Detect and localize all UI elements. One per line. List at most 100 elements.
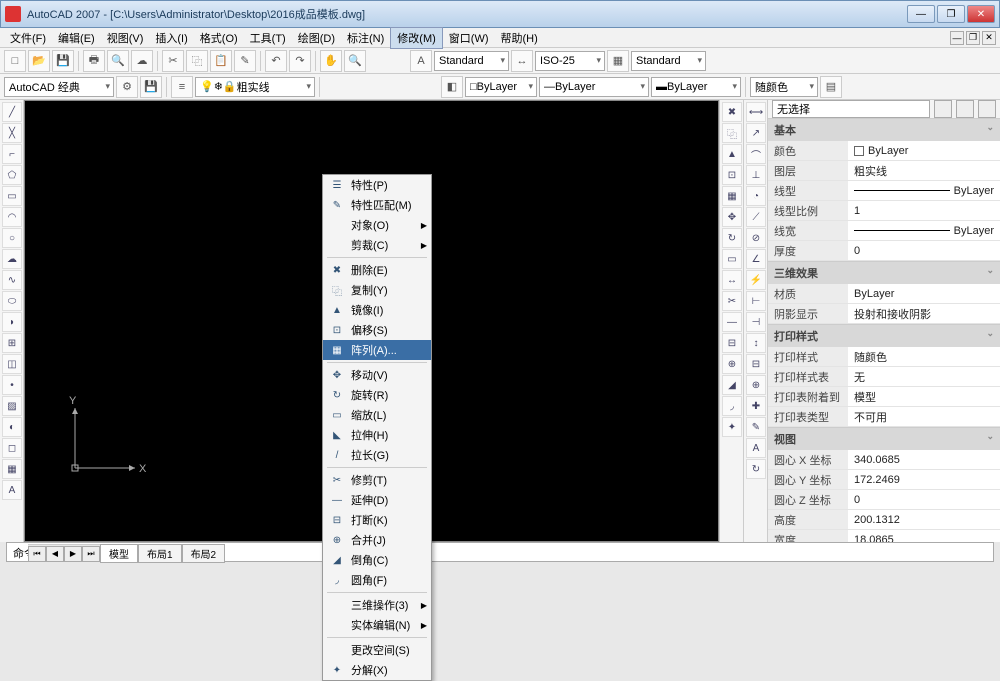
line-icon[interactable]: ╱ xyxy=(2,102,22,122)
ellipse-icon[interactable]: ⬭ xyxy=(2,291,22,311)
prop-row[interactable]: 材质ByLayer xyxy=(768,284,1000,304)
lineweight-select[interactable]: ▬ ByLayer xyxy=(651,77,741,97)
layer-props-icon[interactable]: ≡ xyxy=(171,76,193,98)
prop-row[interactable]: 厚度0 xyxy=(768,241,1000,261)
pline-icon[interactable]: ⌐ xyxy=(2,144,22,164)
menu-item[interactable]: 视图(V) xyxy=(101,28,150,48)
cut-icon[interactable]: ✂ xyxy=(162,50,184,72)
prop-section-header[interactable]: 三维效果⌄ xyxy=(768,262,1000,284)
prop-row[interactable]: 高度200.1312 xyxy=(768,510,1000,530)
dimstyle-icon[interactable]: ↔ xyxy=(511,50,533,72)
block-icon[interactable]: ◫ xyxy=(2,354,22,374)
plotstyle-icon[interactable]: ▤ xyxy=(820,76,842,98)
menu-item[interactable]: 绘图(D) xyxy=(292,28,341,48)
dimdia-icon[interactable]: ⊘ xyxy=(746,228,766,248)
dimlinear-icon[interactable]: ⟷ xyxy=(746,102,766,122)
menu-item[interactable]: 标注(N) xyxy=(341,28,390,48)
prop-row[interactable]: 线型 ByLayer xyxy=(768,181,1000,201)
tab-prev-button[interactable]: ◀ xyxy=(46,546,64,562)
menu-dropdown-item[interactable]: ✖删除(E) xyxy=(323,260,431,280)
menu-dropdown-item[interactable]: /拉长(G) xyxy=(323,445,431,465)
menu-dropdown-item[interactable]: 更改空间(S) xyxy=(323,640,431,660)
menu-dropdown-item[interactable]: ✥移动(V) xyxy=(323,365,431,385)
scale-icon[interactable]: ▭ xyxy=(722,249,742,269)
textstyle-icon[interactable]: A xyxy=(410,50,432,72)
move-icon[interactable]: ✥ xyxy=(722,207,742,227)
erase-icon[interactable]: ✖ xyxy=(722,102,742,122)
hatch-icon[interactable]: ▨ xyxy=(2,396,22,416)
close-button[interactable]: ✕ xyxy=(967,5,995,23)
color-icon[interactable]: ◧ xyxy=(441,76,463,98)
prop-row[interactable]: 颜色 ByLayer xyxy=(768,141,1000,161)
menu-dropdown-item[interactable]: ⊟打断(K) xyxy=(323,510,431,530)
dimedit-icon[interactable]: ✎ xyxy=(746,417,766,437)
offset-icon[interactable]: ⊡ xyxy=(722,165,742,185)
menu-item[interactable]: 文件(F) xyxy=(4,28,52,48)
dimspace-icon[interactable]: ↕ xyxy=(746,333,766,353)
pan-icon[interactable]: ✋ xyxy=(320,50,342,72)
layout-tab[interactable]: 布局1 xyxy=(138,544,182,563)
menu-dropdown-item[interactable]: 对象(O)▶ xyxy=(323,215,431,235)
color-select[interactable]: □ ByLayer xyxy=(465,77,537,97)
maximize-button[interactable]: ❐ xyxy=(937,5,965,23)
gradient-icon[interactable]: ◐ xyxy=(2,417,22,437)
prop-row[interactable]: 打印样式随颜色 xyxy=(768,347,1000,367)
preview-icon[interactable]: 🔍 xyxy=(107,50,129,72)
menu-dropdown-item[interactable]: ◣拉伸(H) xyxy=(323,425,431,445)
workspace-settings-icon[interactable]: ⚙ xyxy=(116,76,138,98)
trim-icon[interactable]: ✂ xyxy=(722,291,742,311)
menu-item[interactable]: 编辑(E) xyxy=(52,28,101,48)
table-style-select[interactable]: Standard xyxy=(631,51,706,71)
dimupdate-icon[interactable]: ↻ xyxy=(746,459,766,479)
menu-dropdown-item[interactable]: 实体编辑(N)▶ xyxy=(323,615,431,635)
menu-dropdown-item[interactable]: ☰特性(P) xyxy=(323,175,431,195)
prop-row[interactable]: 打印样式表无 xyxy=(768,367,1000,387)
menu-item[interactable]: 修改(M) xyxy=(390,27,443,49)
rect-icon[interactable]: ▭ xyxy=(2,186,22,206)
mirror-icon[interactable]: ▲ xyxy=(722,144,742,164)
menu-dropdown-item[interactable]: —延伸(D) xyxy=(323,490,431,510)
dimarc-icon[interactable]: ⌒ xyxy=(746,144,766,164)
dimang-icon[interactable]: ∠ xyxy=(746,249,766,269)
menu-dropdown-item[interactable]: ✦分解(X) xyxy=(323,660,431,680)
prop-row[interactable]: 线型比例1 xyxy=(768,201,1000,221)
prop-row[interactable]: 线宽 ByLayer xyxy=(768,221,1000,241)
prop-row[interactable]: 打印表附着到模型 xyxy=(768,387,1000,407)
tolerance-icon[interactable]: ⊕ xyxy=(746,375,766,395)
menu-dropdown-item[interactable]: ▲镜像(I) xyxy=(323,300,431,320)
menu-dropdown-item[interactable]: ✂修剪(T) xyxy=(323,470,431,490)
join-icon[interactable]: ⊕ xyxy=(722,354,742,374)
menu-dropdown-item[interactable]: ◞圆角(F) xyxy=(323,570,431,590)
xline-icon[interactable]: ╳ xyxy=(2,123,22,143)
open-icon[interactable]: 📂 xyxy=(28,50,50,72)
menu-dropdown-item[interactable]: ▭缩放(L) xyxy=(323,405,431,425)
prop-section-header[interactable]: 打印样式⌄ xyxy=(768,325,1000,347)
text-style-select[interactable]: Standard xyxy=(434,51,509,71)
workspace-save-icon[interactable]: 💾 xyxy=(140,76,162,98)
dimjog-icon[interactable]: ⟋ xyxy=(746,207,766,227)
tab-first-button[interactable]: ⏮ xyxy=(28,546,46,562)
dim-style-select[interactable]: ISO-25 xyxy=(535,51,605,71)
polygon-icon[interactable]: ⬠ xyxy=(2,165,22,185)
copy2-icon[interactable]: ⿻ xyxy=(722,123,742,143)
workspace-select[interactable]: AutoCAD 经典 xyxy=(4,77,114,97)
tablestyle-icon[interactable]: ▦ xyxy=(607,50,629,72)
publish-icon[interactable]: ☁ xyxy=(131,50,153,72)
menu-dropdown-item[interactable]: ↻旋转(R) xyxy=(323,385,431,405)
menu-dropdown-item[interactable]: ▦阵列(A)... xyxy=(323,340,431,360)
save-icon[interactable]: 💾 xyxy=(52,50,74,72)
menu-dropdown-item[interactable]: 剪裁(C)▶ xyxy=(323,235,431,255)
region-icon[interactable]: ◻ xyxy=(2,438,22,458)
menu-item[interactable]: 插入(I) xyxy=(149,28,193,48)
prop-row[interactable]: 阴影显示投射和接收阴影 xyxy=(768,304,1000,324)
menu-dropdown-item[interactable]: 三维操作(3)▶ xyxy=(323,595,431,615)
paste-icon[interactable]: 📋 xyxy=(210,50,232,72)
menu-dropdown-item[interactable]: ✎特性匹配(M) xyxy=(323,195,431,215)
zoom-icon[interactable]: 🔍 xyxy=(344,50,366,72)
menu-dropdown-item[interactable]: ⊡偏移(S) xyxy=(323,320,431,340)
mdi-min-button[interactable]: — xyxy=(950,31,964,45)
plotcolor-select[interactable]: 随颜色 xyxy=(750,77,818,97)
layer-select[interactable]: 💡❄🔒 粗实线 xyxy=(195,77,315,97)
menu-dropdown-item[interactable]: ⿻复制(Y) xyxy=(323,280,431,300)
tab-next-button[interactable]: ▶ xyxy=(64,546,82,562)
